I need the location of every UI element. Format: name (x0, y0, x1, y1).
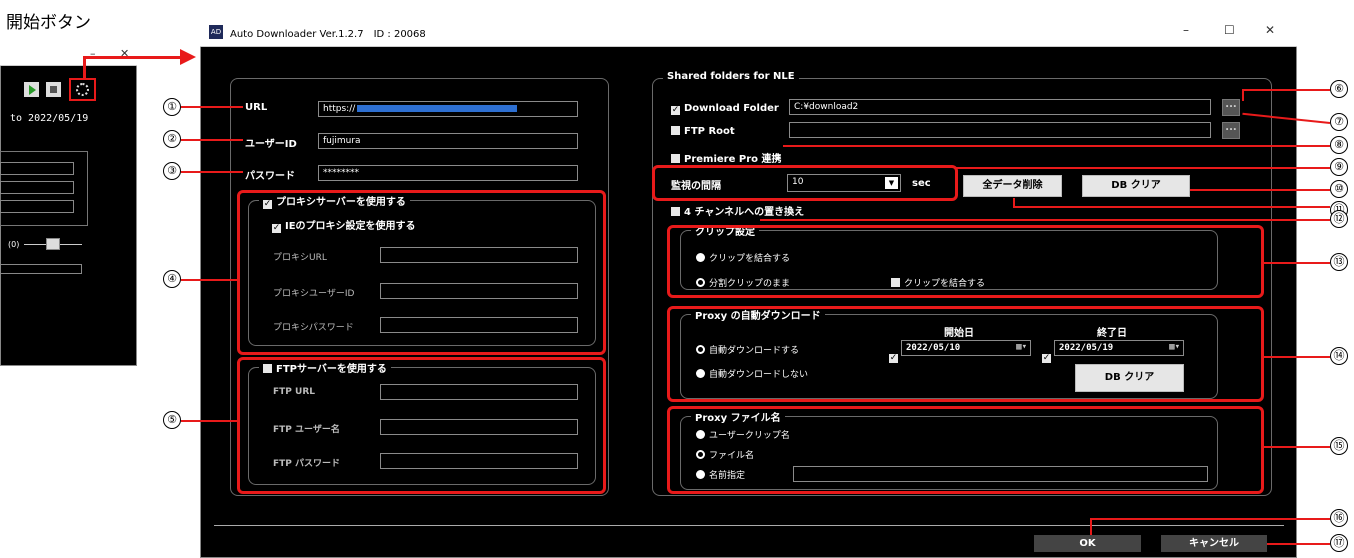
cancel-button[interactable]: キャンセル (1161, 535, 1267, 552)
start-button-annotation: 開始ボタン (6, 13, 91, 33)
delete-all-button[interactable]: 全データ削除 (963, 175, 1062, 197)
premiere-checkbox[interactable]: Premiere Pro 連携 (671, 150, 781, 165)
highlight-ftp (237, 357, 606, 494)
marker-12: ⑫ (1330, 210, 1348, 228)
marker-9: ⑨ (1330, 158, 1348, 176)
user-id-label: ユーザーID (245, 139, 297, 150)
mini-titlebar (0, 44, 137, 66)
download-browse-button[interactable]: ... (1222, 99, 1240, 116)
marker-16: ⑯ (1330, 509, 1348, 527)
marker-17: ⑰ (1330, 534, 1348, 552)
marker-1: ① (163, 98, 181, 116)
ftp-root-browse-button[interactable]: ... (1222, 122, 1240, 139)
marker-13: ⑬ (1330, 253, 1348, 271)
marker-4: ④ (163, 270, 181, 288)
channel-checkbox[interactable]: 4 チャンネルへの置き換え (671, 203, 804, 218)
highlight-proxy-name (667, 406, 1264, 494)
gear-icon (76, 83, 89, 96)
url-label: URL (245, 102, 268, 113)
app-logo-icon: AD (209, 25, 223, 39)
mini-field-2 (0, 181, 74, 194)
maximize-button[interactable]: ☐ (1224, 23, 1235, 37)
marker-2: ② (163, 130, 181, 148)
highlight-proxy (237, 190, 606, 355)
marker-8: ⑧ (1330, 136, 1348, 154)
ftp-root-input[interactable] (789, 122, 1211, 138)
arrow-icon (180, 49, 196, 65)
mini-field-3 (0, 200, 74, 213)
ok-button[interactable]: OK (1034, 535, 1141, 552)
footer-divider (214, 525, 1284, 526)
marker-6: ⑥ (1330, 80, 1348, 98)
mini-slider-label: (0) (8, 240, 20, 249)
ftp-root-checkbox[interactable]: FTP Root (671, 126, 735, 137)
mini-field-1 (0, 162, 74, 175)
user-id-input[interactable]: fujimura (318, 133, 578, 149)
minimize-button[interactable]: – (1183, 23, 1189, 37)
window-title: Auto Downloader Ver.1.2.7 ID : 20068 (230, 29, 426, 40)
db-clear-button[interactable]: DB クリア (1082, 175, 1190, 197)
marker-7: ⑦ (1330, 113, 1348, 131)
close-button[interactable]: ✕ (1265, 23, 1275, 37)
settings-button[interactable] (69, 78, 96, 101)
mini-date-text: to 2022/05/19 (10, 113, 89, 124)
marker-14: ⑭ (1330, 347, 1348, 365)
marker-5: ⑤ (163, 411, 181, 429)
highlight-proxy-dl (667, 306, 1264, 402)
download-folder-input[interactable]: C:¥download2 (789, 99, 1211, 115)
marker-15: ⑮ (1330, 437, 1348, 455)
marker-3: ③ (163, 162, 181, 180)
download-folder-checkbox[interactable]: ✓ Download Folder (671, 103, 779, 115)
highlight-clip (667, 225, 1264, 298)
password-label: パスワード (245, 171, 295, 182)
url-input[interactable]: https:// (318, 101, 578, 117)
password-input[interactable]: ******** (318, 165, 578, 181)
play-button[interactable] (24, 82, 39, 97)
marker-10: ⑩ (1330, 180, 1348, 198)
stop-button[interactable] (46, 82, 61, 97)
highlight-monitor (652, 165, 958, 201)
mini-slider-thumb[interactable] (46, 238, 60, 250)
